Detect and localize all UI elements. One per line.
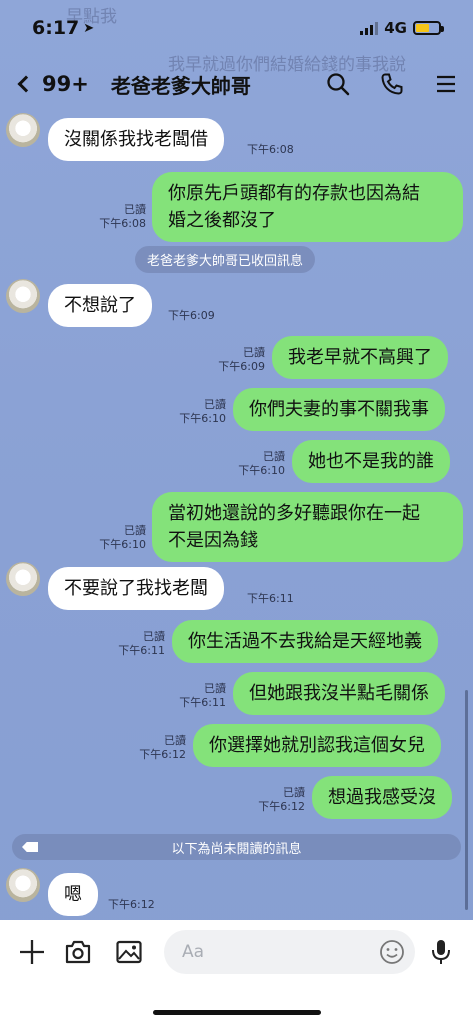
read-receipt: 已讀 — [204, 398, 226, 411]
sent-message[interactable]: 你生活過不去我給是天經地義 — [172, 620, 438, 663]
location-arrow-icon: ➤ — [83, 20, 95, 36]
status-indicators: 4G — [360, 19, 444, 37]
plus-icon[interactable] — [17, 937, 47, 967]
menu-icon[interactable] — [433, 71, 459, 97]
search-icon[interactable] — [325, 71, 351, 97]
message-time: 下午6:11 — [247, 592, 294, 605]
message-time: 下午6:12 — [108, 898, 155, 911]
chat-title: 老爸老爹大帥哥 — [110, 73, 251, 98]
read-receipt: 已讀 — [204, 682, 226, 695]
network-label: 4G — [384, 19, 407, 37]
image-icon[interactable] — [114, 937, 144, 967]
sent-message[interactable]: 想過我感受沒 — [312, 776, 452, 819]
message-time: 下午6:10 — [99, 538, 146, 551]
battery-icon — [413, 21, 444, 35]
status-bar: 6:17 ➤ 4G — [0, 0, 473, 56]
read-receipt: 已讀 — [124, 524, 146, 537]
message-meta: 已讀 下午6:11 — [105, 630, 165, 658]
chat-header: 99+ 老爸老爹大帥哥 — [0, 62, 473, 106]
message-time: 下午6:10 — [238, 464, 285, 477]
sent-message[interactable]: 你原先戶頭都有的存款也因為結 婚之後都沒了 — [152, 172, 463, 242]
avatar[interactable] — [6, 279, 40, 313]
read-receipt: 已讀 — [164, 734, 186, 747]
message-time: 下午6:08 — [99, 217, 146, 230]
avatar[interactable] — [6, 113, 40, 147]
status-time: 6:17 — [32, 17, 80, 39]
phone-icon[interactable] — [379, 71, 405, 97]
sent-message[interactable]: 她也不是我的誰 — [292, 440, 450, 483]
system-message: 老爸老爹大帥哥已收回訊息 — [135, 246, 316, 273]
read-receipt: 已讀 — [143, 630, 165, 643]
sent-message[interactable]: 你選擇她就別認我這個女兒 — [193, 724, 441, 767]
unread-divider-label: 以下為尚未閱讀的訊息 — [171, 841, 302, 857]
message-time: 下午6:10 — [179, 412, 226, 425]
signal-icon — [360, 21, 379, 35]
scrollbar[interactable] — [465, 690, 468, 910]
message-meta: 已讀 下午6:12 — [245, 786, 305, 814]
message-meta: 已讀 下午6:10 — [225, 450, 285, 478]
message-meta: 已讀 下午6:10 — [166, 398, 226, 426]
read-receipt: 已讀 — [124, 203, 146, 216]
read-receipt: 已讀 — [243, 346, 265, 359]
message-meta: 已讀 下午6:10 — [88, 524, 146, 552]
input-bar: Aa — [0, 920, 473, 1024]
message-line: 你原先戶頭都有的存款也因為結 — [168, 183, 420, 204]
avatar[interactable] — [6, 562, 40, 596]
message-meta: 已讀 下午6:09 — [205, 346, 265, 374]
back-button[interactable]: 99+ — [14, 72, 89, 96]
emoji-icon[interactable] — [377, 937, 407, 967]
read-receipt: 已讀 — [283, 786, 305, 799]
message-line: 婚之後都沒了 — [168, 210, 276, 231]
sent-message[interactable]: 但她跟我沒半點毛關係 — [233, 672, 445, 715]
message-time: 下午6:12 — [139, 748, 186, 761]
sent-message[interactable]: 我老早就不高興了 — [272, 336, 448, 379]
message-line: 當初她還說的多好聽跟你在一起 — [168, 503, 420, 524]
unread-count: 99+ — [42, 72, 89, 96]
message-time: 下午6:08 — [247, 143, 294, 156]
chat-screen: 早點我 我早就過你們結婚給錢的事我說 6:17 ➤ 4G 99+ 老爸老爹大帥哥 — [0, 0, 473, 1024]
chevron-left-icon — [17, 75, 35, 93]
message-time: 下午6:11 — [118, 644, 165, 657]
message-time: 下午6:11 — [179, 696, 226, 709]
message-time: 下午6:09 — [168, 309, 215, 322]
received-message[interactable]: 沒關係我找老闆借 — [48, 118, 224, 161]
microphone-icon[interactable] — [426, 937, 456, 967]
avatar[interactable] — [6, 868, 40, 902]
message-time: 下午6:09 — [218, 360, 265, 373]
read-receipt: 已讀 — [263, 450, 285, 463]
camera-icon[interactable] — [63, 937, 93, 967]
sent-message[interactable]: 當初她還說的多好聽跟你在一起 不是因為錢 — [152, 492, 463, 562]
message-meta: 已讀 下午6:11 — [166, 682, 226, 710]
message-meta: 已讀 下午6:12 — [126, 734, 186, 762]
home-indicator — [153, 1010, 321, 1015]
sent-message[interactable]: 你們夫妻的事不關我事 — [233, 388, 445, 431]
received-message[interactable]: 嗯 — [48, 873, 98, 916]
message-time: 下午6:12 — [258, 800, 305, 813]
tag-icon — [22, 842, 38, 852]
received-message[interactable]: 不要說了我找老闆 — [48, 567, 224, 610]
message-line: 不是因為錢 — [168, 530, 258, 551]
unread-divider: 以下為尚未閱讀的訊息 — [12, 834, 461, 860]
message-meta: 已讀 下午6:08 — [88, 203, 146, 231]
received-message[interactable]: 不想說了 — [48, 284, 152, 327]
